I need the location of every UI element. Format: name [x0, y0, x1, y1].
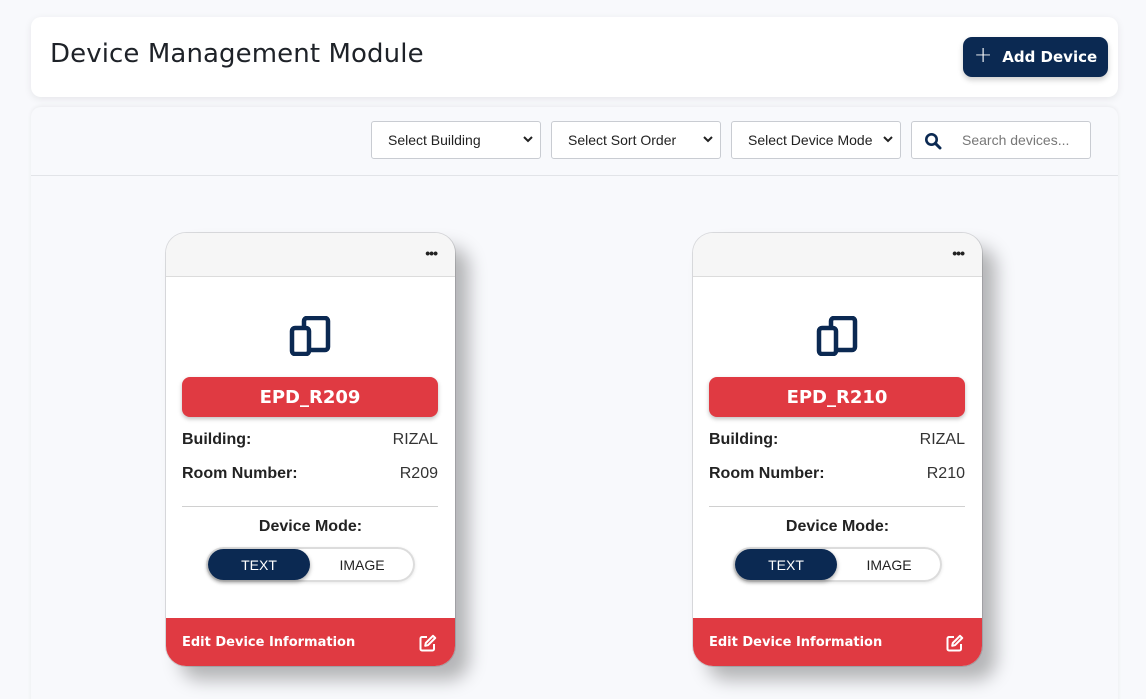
building-value: RIZAL: [392, 431, 438, 448]
mode-option-text[interactable]: TEXT: [735, 549, 837, 580]
building-select-value: Select Building: [388, 132, 481, 148]
room-label: Room Number:: [709, 465, 825, 482]
sort-order-select[interactable]: Select Sort Order: [551, 121, 721, 159]
edit-device-label: Edit Device Information: [182, 634, 356, 650]
device-mode-select-value: Select Device Mode: [748, 132, 873, 148]
chevron-down-icon: [703, 136, 713, 143]
device-card: ••• EPD_R209 Building: RIZAL Room Number…: [166, 233, 455, 666]
devices-icon: [816, 316, 858, 356]
device-mode-label: Device Mode:: [785, 518, 890, 535]
building-label: Building:: [709, 431, 779, 448]
device-mode-select[interactable]: Select Device Mode: [731, 121, 901, 159]
device-mode-toggle: TEXT IMAGE: [733, 547, 942, 582]
mode-option-image[interactable]: IMAGE: [311, 549, 413, 580]
building-select[interactable]: Select Building: [371, 121, 541, 159]
add-device-label: Add Device: [1002, 48, 1098, 66]
divider: [709, 506, 965, 507]
room-value: R209: [399, 465, 438, 482]
device-card: ••• EPD_R210 Building: RIZAL Room Number…: [693, 233, 982, 666]
device-mode-label: Device Mode:: [258, 518, 363, 535]
search-icon: [925, 133, 942, 150]
edit-icon: [946, 634, 964, 652]
room-label: Room Number:: [182, 465, 298, 482]
filter-bar: Select Building Select Sort Order Select…: [31, 107, 1118, 176]
building-label: Building:: [182, 431, 252, 448]
chevron-down-icon: [523, 136, 533, 143]
card-header: •••: [693, 233, 982, 277]
device-name-badge: EPD_R209: [182, 377, 438, 417]
page-header: Device Management Module + Add Device: [31, 17, 1118, 97]
chevron-down-icon: [883, 136, 893, 143]
edit-device-label: Edit Device Information: [709, 634, 883, 650]
search-box: [911, 121, 1091, 159]
sort-order-select-value: Select Sort Order: [568, 132, 677, 148]
edit-device-button[interactable]: Edit Device Information: [693, 618, 982, 666]
mode-option-image[interactable]: IMAGE: [838, 549, 940, 580]
edit-device-button[interactable]: Edit Device Information: [166, 618, 455, 666]
more-horizontal-icon[interactable]: •••: [425, 245, 438, 261]
search-input[interactable]: [952, 123, 1088, 157]
more-horizontal-icon[interactable]: •••: [952, 245, 965, 261]
page-title: Device Management Module: [50, 39, 424, 69]
card-header: •••: [166, 233, 455, 277]
plus-icon: +: [973, 43, 993, 68]
building-value: RIZAL: [919, 431, 965, 448]
edit-icon: [419, 634, 437, 652]
mode-option-text[interactable]: TEXT: [208, 549, 310, 580]
room-value: R210: [926, 465, 965, 482]
device-name-badge: EPD_R210: [709, 377, 965, 417]
devices-icon: [289, 316, 331, 356]
add-device-button[interactable]: + Add Device: [963, 37, 1108, 77]
device-mode-toggle: TEXT IMAGE: [206, 547, 415, 582]
divider: [182, 506, 438, 507]
